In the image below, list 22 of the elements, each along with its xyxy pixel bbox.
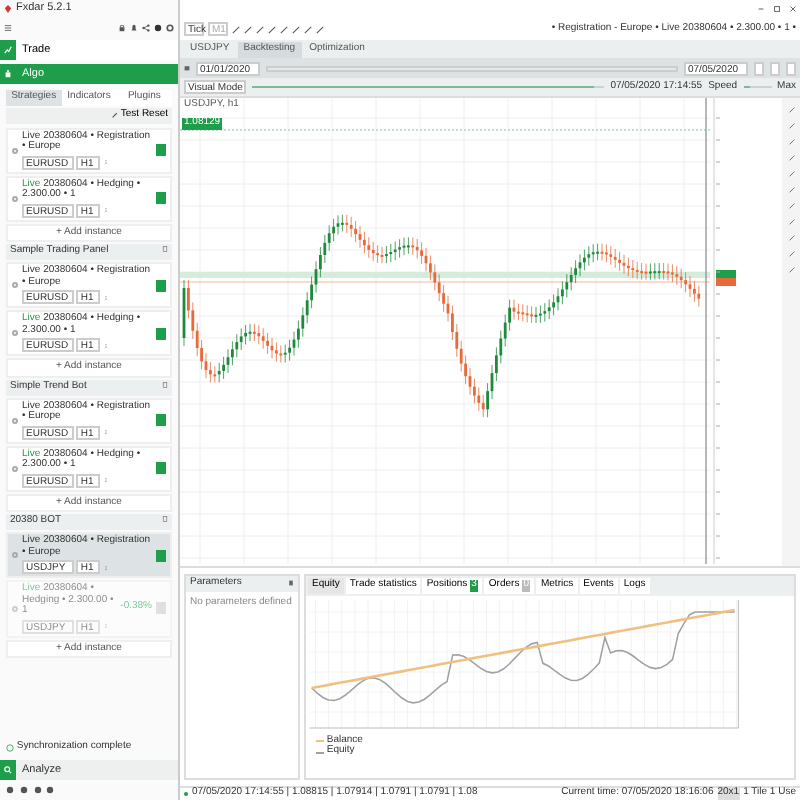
radio-button[interactable] (12, 330, 18, 336)
radio-button[interactable] (12, 552, 18, 558)
robot-icon (4, 70, 12, 78)
menu-icon[interactable] (4, 23, 12, 31)
radio-button[interactable] (12, 465, 18, 471)
radio-button[interactable] (12, 417, 18, 423)
search-icon (4, 766, 12, 774)
radio-button[interactable] (12, 195, 18, 201)
chart-icon (4, 46, 12, 54)
minimize-icon[interactable] (758, 6, 764, 12)
bell-icon[interactable] (130, 23, 138, 31)
run-button[interactable] (156, 327, 166, 339)
run-button[interactable] (156, 279, 166, 291)
maximize-icon[interactable] (774, 6, 780, 12)
logo-icon (4, 4, 12, 14)
share-icon[interactable] (142, 23, 150, 31)
circle-icon[interactable] (154, 23, 162, 31)
run-button[interactable] (156, 549, 166, 561)
close-icon[interactable] (790, 6, 796, 12)
radio-button[interactable] (12, 282, 18, 288)
pencil-icon[interactable] (112, 112, 119, 119)
radio-button[interactable] (12, 147, 18, 153)
